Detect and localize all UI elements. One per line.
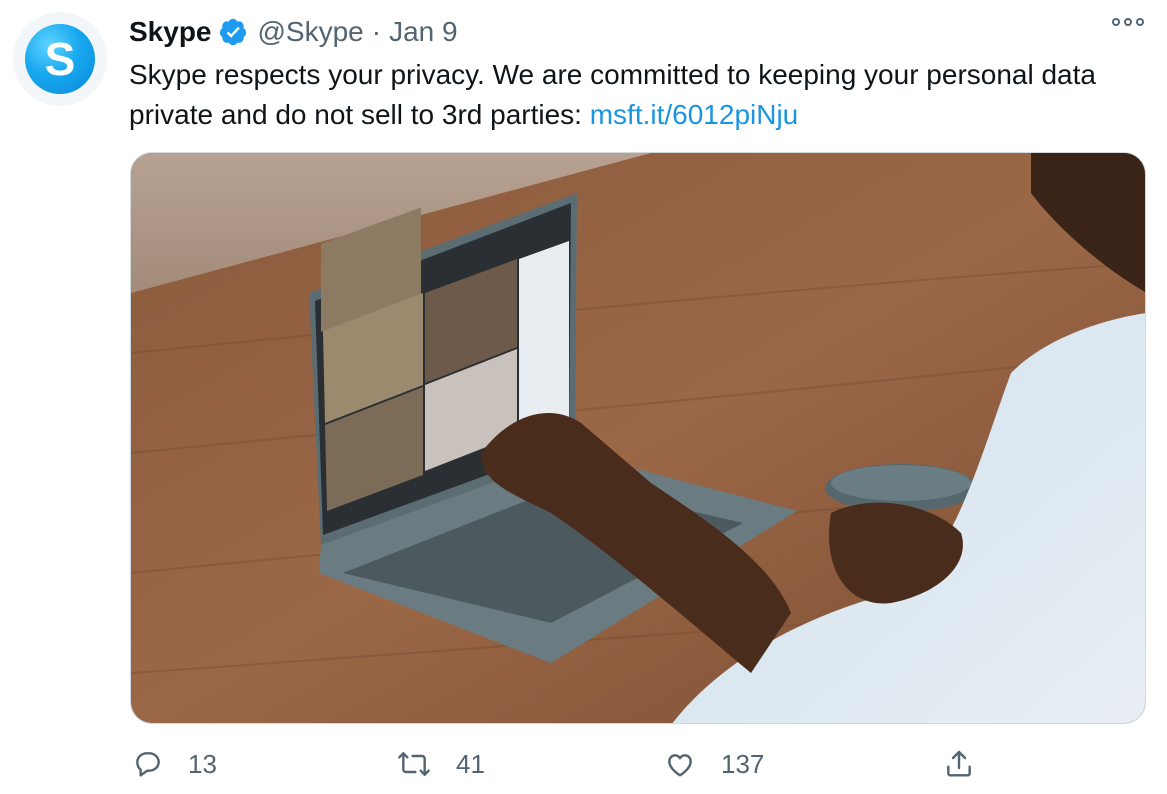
like-icon[interactable] — [663, 748, 697, 780]
user-handle[interactable]: @Skype — [258, 16, 364, 48]
share-icon[interactable] — [943, 748, 975, 780]
tweet-header: Skype @Skype · Jan 9 — [129, 14, 458, 50]
skype-logo-icon: S — [25, 24, 95, 94]
retweet-count: 41 — [456, 748, 485, 779]
tweet-date[interactable]: Jan 9 — [389, 16, 458, 48]
tweet-photo[interactable] — [130, 152, 1146, 724]
reply-icon[interactable] — [132, 748, 164, 780]
share-action[interactable] — [943, 748, 975, 780]
more-dot — [1112, 18, 1120, 26]
tweet-link[interactable]: msft.it/6012piNju — [590, 99, 799, 130]
avatar[interactable]: S — [13, 12, 107, 106]
tweet-text: Skype respects your privacy. We are comm… — [129, 55, 1139, 135]
avatar-letter: S — [44, 33, 76, 85]
reply-count: 13 — [188, 748, 217, 779]
separator-dot: · — [371, 16, 382, 47]
retweet-action[interactable]: 41 — [396, 748, 485, 780]
reply-action[interactable]: 13 — [132, 748, 217, 780]
more-dot — [1136, 18, 1144, 26]
tweet-actions: 13 41 137 — [0, 743, 1167, 793]
like-count: 137 — [721, 748, 765, 779]
more-dot — [1124, 18, 1132, 26]
like-action[interactable]: 137 — [663, 748, 764, 780]
verified-badge-icon — [218, 17, 248, 47]
more-options-icon[interactable] — [1112, 18, 1144, 26]
display-name[interactable]: Skype — [129, 16, 212, 48]
retweet-icon[interactable] — [396, 748, 432, 780]
